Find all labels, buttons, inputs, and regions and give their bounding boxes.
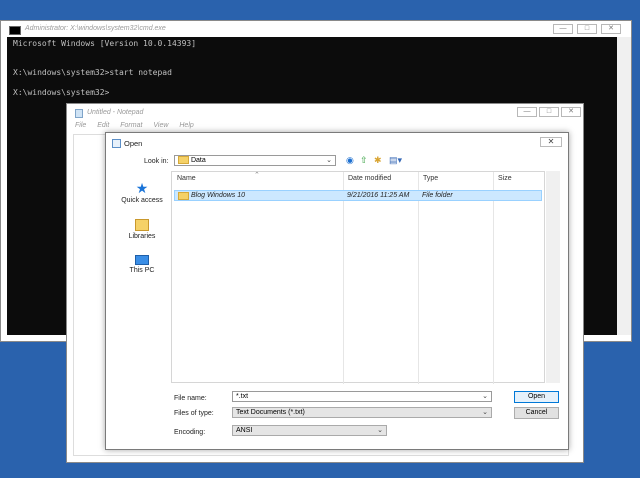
- nav-quick-access[interactable]: ★ Quick access: [114, 181, 170, 204]
- close-icon[interactable]: ✕: [561, 107, 581, 117]
- chevron-down-icon: ⌄: [377, 427, 383, 434]
- encoding-label: Encoding:: [174, 429, 206, 436]
- chevron-down-icon: ⌄: [326, 157, 332, 164]
- cmd-app-icon: [9, 26, 21, 35]
- maximize-icon[interactable]: □: [577, 24, 597, 34]
- cancel-button[interactable]: Cancel: [514, 407, 559, 419]
- file-name-input[interactable]: *.txt ⌄: [232, 391, 492, 402]
- back-icon[interactable]: ◉: [346, 155, 354, 166]
- file-name-cell: Blog Windows 10: [191, 192, 246, 199]
- column-header-date[interactable]: Date modified: [348, 175, 391, 182]
- open-button[interactable]: Open: [514, 391, 559, 403]
- dialog-title: Open: [124, 139, 143, 148]
- file-name-value: *.txt: [236, 393, 249, 400]
- places-sidebar: ★ Quick access Libraries This PC: [114, 171, 170, 381]
- dialog-app-icon: [112, 139, 121, 148]
- nav-label: Quick access: [121, 197, 163, 204]
- files-of-type-value: Text Documents (*.txt): [236, 409, 305, 416]
- column-divider: [418, 172, 419, 384]
- column-divider: [343, 172, 344, 384]
- folder-icon: [178, 156, 189, 165]
- close-icon[interactable]: ✕: [540, 137, 562, 147]
- console-line: Microsoft Windows [Version 10.0.14393]: [13, 39, 197, 48]
- cmd-titlebar[interactable]: Administrator: X:\windows\system32\cmd.e…: [1, 21, 631, 37]
- column-divider: [493, 172, 494, 384]
- menu-view[interactable]: View: [153, 122, 168, 129]
- menu-file[interactable]: File: [75, 122, 86, 129]
- minimize-icon[interactable]: —: [517, 107, 537, 117]
- folder-icon: [178, 192, 189, 200]
- look-in-dropdown[interactable]: Data ⌄: [174, 155, 336, 166]
- look-in-value: Data: [190, 157, 206, 164]
- console-line: X:\windows\system32>start notepad: [13, 68, 172, 77]
- up-folder-icon[interactable]: ⇧: [360, 155, 368, 166]
- dialog-scrollbar[interactable]: [546, 171, 560, 383]
- file-date-cell: 9/21/2016 11:25 AM: [347, 192, 410, 199]
- notepad-title: Untitled - Notepad: [87, 109, 144, 116]
- column-header-size[interactable]: Size: [498, 175, 512, 182]
- nav-label: Libraries: [128, 233, 156, 240]
- encoding-dropdown[interactable]: ANSI ⌄: [232, 425, 387, 436]
- menu-edit[interactable]: Edit: [97, 122, 109, 129]
- files-of-type-dropdown[interactable]: Text Documents (*.txt) ⌄: [232, 407, 492, 418]
- cmd-title: Administrator: X:\windows\system32\cmd.e…: [25, 25, 166, 32]
- table-row[interactable]: Blog Windows 10 9/21/2016 11:25 AM File …: [174, 190, 542, 201]
- new-folder-icon[interactable]: ✱: [374, 155, 382, 166]
- nav-label: This PC: [129, 267, 155, 274]
- column-header-type[interactable]: Type: [423, 175, 438, 182]
- sort-indicator-icon: ⌃: [254, 172, 260, 179]
- file-type-cell: File folder: [422, 192, 453, 199]
- menu-help[interactable]: Help: [179, 122, 193, 129]
- chevron-down-icon: ⌄: [482, 409, 488, 416]
- notepad-app-icon: [75, 109, 83, 118]
- nav-this-pc[interactable]: This PC: [114, 255, 170, 274]
- file-name-label: File name:: [174, 395, 207, 402]
- computer-icon: [135, 255, 149, 265]
- open-dialog[interactable]: Open ✕ Look in: Data ⌄ ◉ ⇧ ✱ ▤▾ ★ Quick …: [105, 132, 569, 450]
- chevron-down-icon: ⌄: [482, 393, 488, 400]
- column-header-name[interactable]: Name: [177, 175, 196, 182]
- nav-libraries[interactable]: Libraries: [114, 219, 170, 240]
- cmd-scrollbar[interactable]: [617, 37, 631, 335]
- menu-format[interactable]: Format: [120, 122, 142, 129]
- encoding-value: ANSI: [236, 427, 253, 434]
- minimize-icon[interactable]: —: [553, 24, 573, 34]
- files-of-type-label: Files of type:: [174, 410, 214, 417]
- libraries-icon: [135, 219, 149, 231]
- look-in-label: Look in:: [144, 158, 169, 165]
- console-line: X:\windows\system32>: [13, 88, 110, 97]
- star-icon: ★: [135, 180, 149, 196]
- file-list[interactable]: ⌃ Name Date modified Type Size Blog Wind…: [171, 171, 545, 384]
- maximize-icon[interactable]: □: [539, 107, 559, 117]
- close-icon[interactable]: ✕: [601, 24, 621, 34]
- view-menu-icon[interactable]: ▤▾: [389, 155, 402, 166]
